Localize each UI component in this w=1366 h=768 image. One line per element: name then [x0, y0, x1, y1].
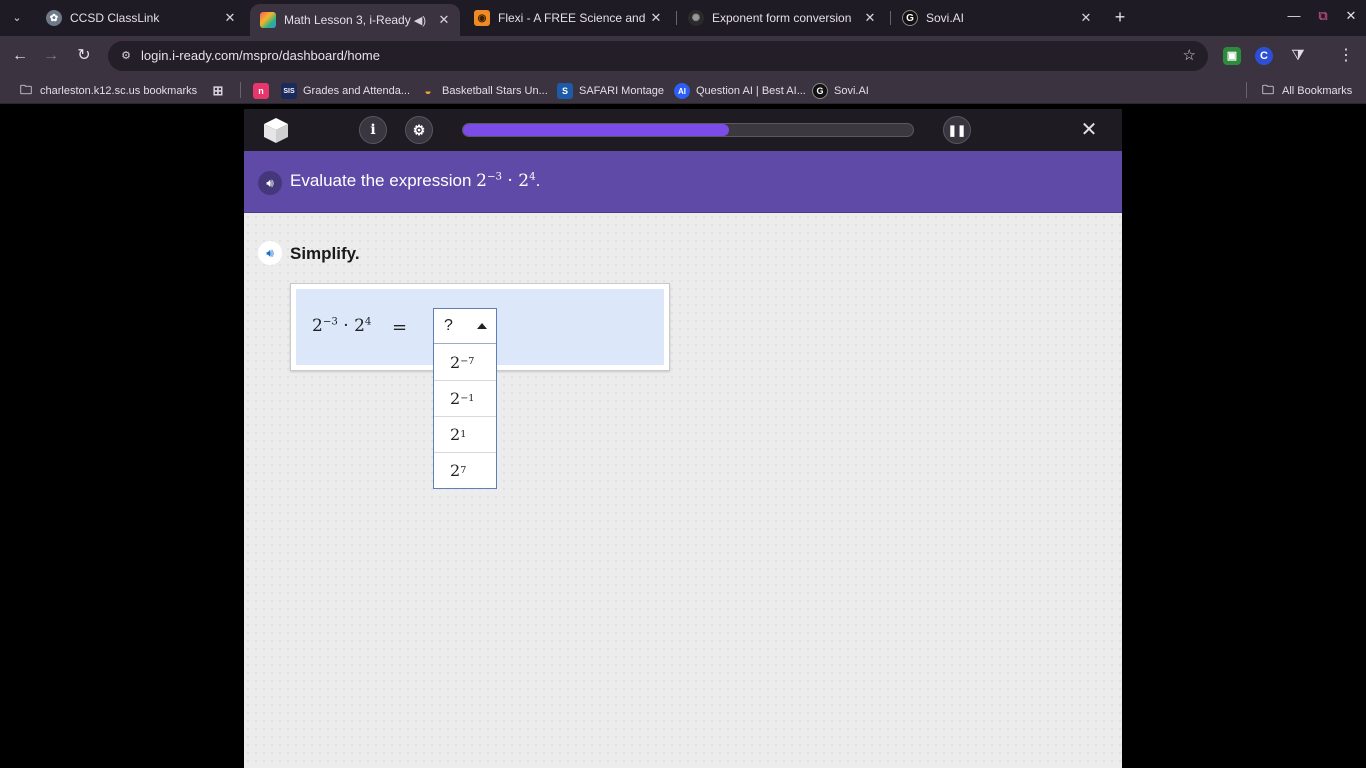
bookmarks-bar: 🗀 charleston.k12.sc.us bookmarks ⊞ n SIS… — [0, 76, 1366, 104]
tab-chatgpt[interactable]: ✺ Exponent form conversion ✕ — [678, 0, 886, 36]
tab-close-icon[interactable]: ✕ — [220, 10, 240, 26]
openai-icon: ✺ — [688, 10, 704, 26]
bookmark-divider — [1246, 82, 1247, 98]
sovi-icon: G — [902, 10, 918, 26]
answer-option-2-pow1[interactable]: 21 — [434, 416, 496, 452]
equals-sign: = — [392, 317, 408, 338]
settings-gear-icon[interactable]: ⚙ — [405, 116, 433, 144]
basketball-icon: ◒ — [424, 84, 432, 98]
question-ai-icon: AI — [674, 83, 690, 99]
tab-title: CCSD ClassLink — [70, 11, 160, 25]
tab-close-icon[interactable]: ✕ — [434, 12, 454, 28]
bookmark-star-icon[interactable]: ☆ — [1183, 46, 1196, 64]
apps-grid-icon: ⊞ — [212, 83, 224, 98]
url-text[interactable]: login.i-ready.com/mspro/dashboard/home — [141, 48, 380, 63]
prompt-math: 2−3 · 24 — [476, 171, 536, 191]
browser-toolbar: ← → ↻ ⚙ login.i-ready.com/mspro/dashboar… — [0, 36, 1366, 76]
info-icon[interactable]: i — [359, 116, 387, 144]
sovi-icon: G — [812, 83, 828, 99]
lesson-progress-bar — [462, 123, 914, 137]
bookmark-safari-montage[interactable]: S SAFARI Montage — [557, 82, 664, 100]
back-arrow-icon[interactable]: ← — [9, 45, 31, 67]
tab-divider — [890, 11, 891, 25]
bookmark-question-ai[interactable]: AI Question AI | Best AI... — [674, 82, 806, 100]
tab-title: Math Lesson 3, i-Ready — [284, 13, 411, 27]
bookmark-apps[interactable]: ⊞ — [210, 82, 232, 100]
classlink-icon: ✿ — [46, 10, 62, 26]
pause-icon[interactable]: ❚❚ — [943, 116, 971, 144]
minimize-icon[interactable]: — — [1285, 8, 1303, 26]
lesson-progress-fill — [463, 124, 729, 136]
caret-up-icon — [477, 323, 487, 329]
prompt-text: Evaluate the expression 2−3 · 24. — [290, 171, 541, 191]
bookmark-basketball[interactable]: ◒ Basketball Stars Un... — [420, 82, 547, 100]
all-bookmarks-button[interactable]: 🗀 All Bookmarks — [1260, 82, 1352, 100]
answer-option-2-pow7[interactable]: 27 — [434, 452, 496, 488]
iready-cube-logo-icon[interactable] — [262, 116, 290, 144]
expression-left: 2−3 · 24 — [312, 316, 372, 336]
read-aloud-speaker-icon[interactable]: 🔊︎ — [258, 171, 282, 195]
tab-sovi[interactable]: G Sovi.AI ✕ — [892, 0, 1102, 36]
tab-search-chevron-icon[interactable]: ⌄ — [6, 6, 28, 28]
sis-icon: SIS — [281, 83, 297, 99]
tab-close-icon[interactable]: ✕ — [646, 10, 666, 26]
reload-icon[interactable]: ↻ — [73, 45, 95, 67]
address-bar[interactable]: ⚙ login.i-ready.com/mspro/dashboard/home… — [108, 41, 1208, 71]
answer-options-list: 2 −7 2 −1 21 27 — [434, 344, 496, 488]
window-close-icon[interactable]: ✕ — [1342, 8, 1360, 26]
extension-c-icon[interactable]: C — [1255, 47, 1273, 65]
flexi-icon: ◉ — [474, 10, 490, 26]
tab-flexi[interactable]: ◉ Flexi - A FREE Science and Mat ✕ — [464, 0, 672, 36]
tab-title: Exponent form conversion — [712, 11, 852, 25]
tab-audio-icon[interactable]: ◀︎) — [414, 14, 426, 27]
tab-close-icon[interactable]: ✕ — [860, 10, 880, 26]
tab-classlink[interactable]: ✿ CCSD ClassLink ✕ — [36, 0, 246, 36]
bookmark-divider — [240, 82, 241, 98]
forward-arrow-icon[interactable]: → — [40, 45, 62, 67]
browser-menu-icon[interactable]: ⋮ — [1335, 45, 1357, 67]
answer-dropdown-selected[interactable]: ? — [434, 309, 496, 344]
lesson-panel: i ⚙ ❚❚ ✕ 🔊︎ Evaluate the expression 2−3 … — [244, 109, 1122, 768]
bookmark-sovi[interactable]: G Sovi.AI — [812, 82, 869, 100]
new-tab-plus-icon[interactable]: + — [1110, 8, 1130, 28]
tab-title: Flexi - A FREE Science and Mat — [498, 11, 646, 25]
n-app-icon: n — [253, 83, 269, 99]
restore-icon[interactable]: ⧉ — [1314, 8, 1332, 26]
folder-icon: 🗀 — [1261, 82, 1274, 97]
tab-iready[interactable]: Math Lesson 3, i-Ready ◀︎) ✕ — [250, 4, 460, 36]
tab-title: Sovi.AI — [926, 11, 965, 25]
answer-dropdown[interactable]: ? 2 −7 2 −1 21 27 — [433, 308, 497, 489]
lesson-close-icon[interactable]: ✕ — [1076, 117, 1102, 143]
instruction-text: Simplify. — [290, 244, 360, 263]
extension-green-icon[interactable]: ▣ — [1223, 47, 1241, 65]
instruction-speaker-icon[interactable]: 🔊︎ — [258, 241, 282, 265]
bookmark-n-app[interactable]: n — [253, 82, 275, 100]
tab-close-icon[interactable]: ✕ — [1076, 10, 1096, 26]
prompt-banner: 🔊︎ Evaluate the expression 2−3 · 24. — [244, 151, 1122, 213]
folder-icon: 🗀 — [19, 82, 32, 97]
lesson-header: i ⚙ ❚❚ ✕ — [244, 109, 1122, 151]
extensions-puzzle-icon[interactable]: ⧩ — [1287, 45, 1309, 67]
bookmark-folder-charleston[interactable]: 🗀 charleston.k12.sc.us bookmarks — [18, 82, 197, 100]
safari-montage-icon: S — [557, 83, 573, 99]
site-info-tune-icon[interactable]: ⚙ — [116, 46, 136, 66]
tab-strip: ⌄ ✿ CCSD ClassLink ✕ Math Lesson 3, i-Re… — [0, 0, 1366, 36]
bookmark-grades[interactable]: SIS Grades and Attenda... — [281, 82, 410, 100]
tab-divider — [676, 11, 677, 25]
iready-icon — [260, 12, 276, 28]
answer-option-2-neg1[interactable]: 2 −1 — [434, 380, 496, 416]
answer-option-2-neg7[interactable]: 2 −7 — [434, 344, 496, 380]
